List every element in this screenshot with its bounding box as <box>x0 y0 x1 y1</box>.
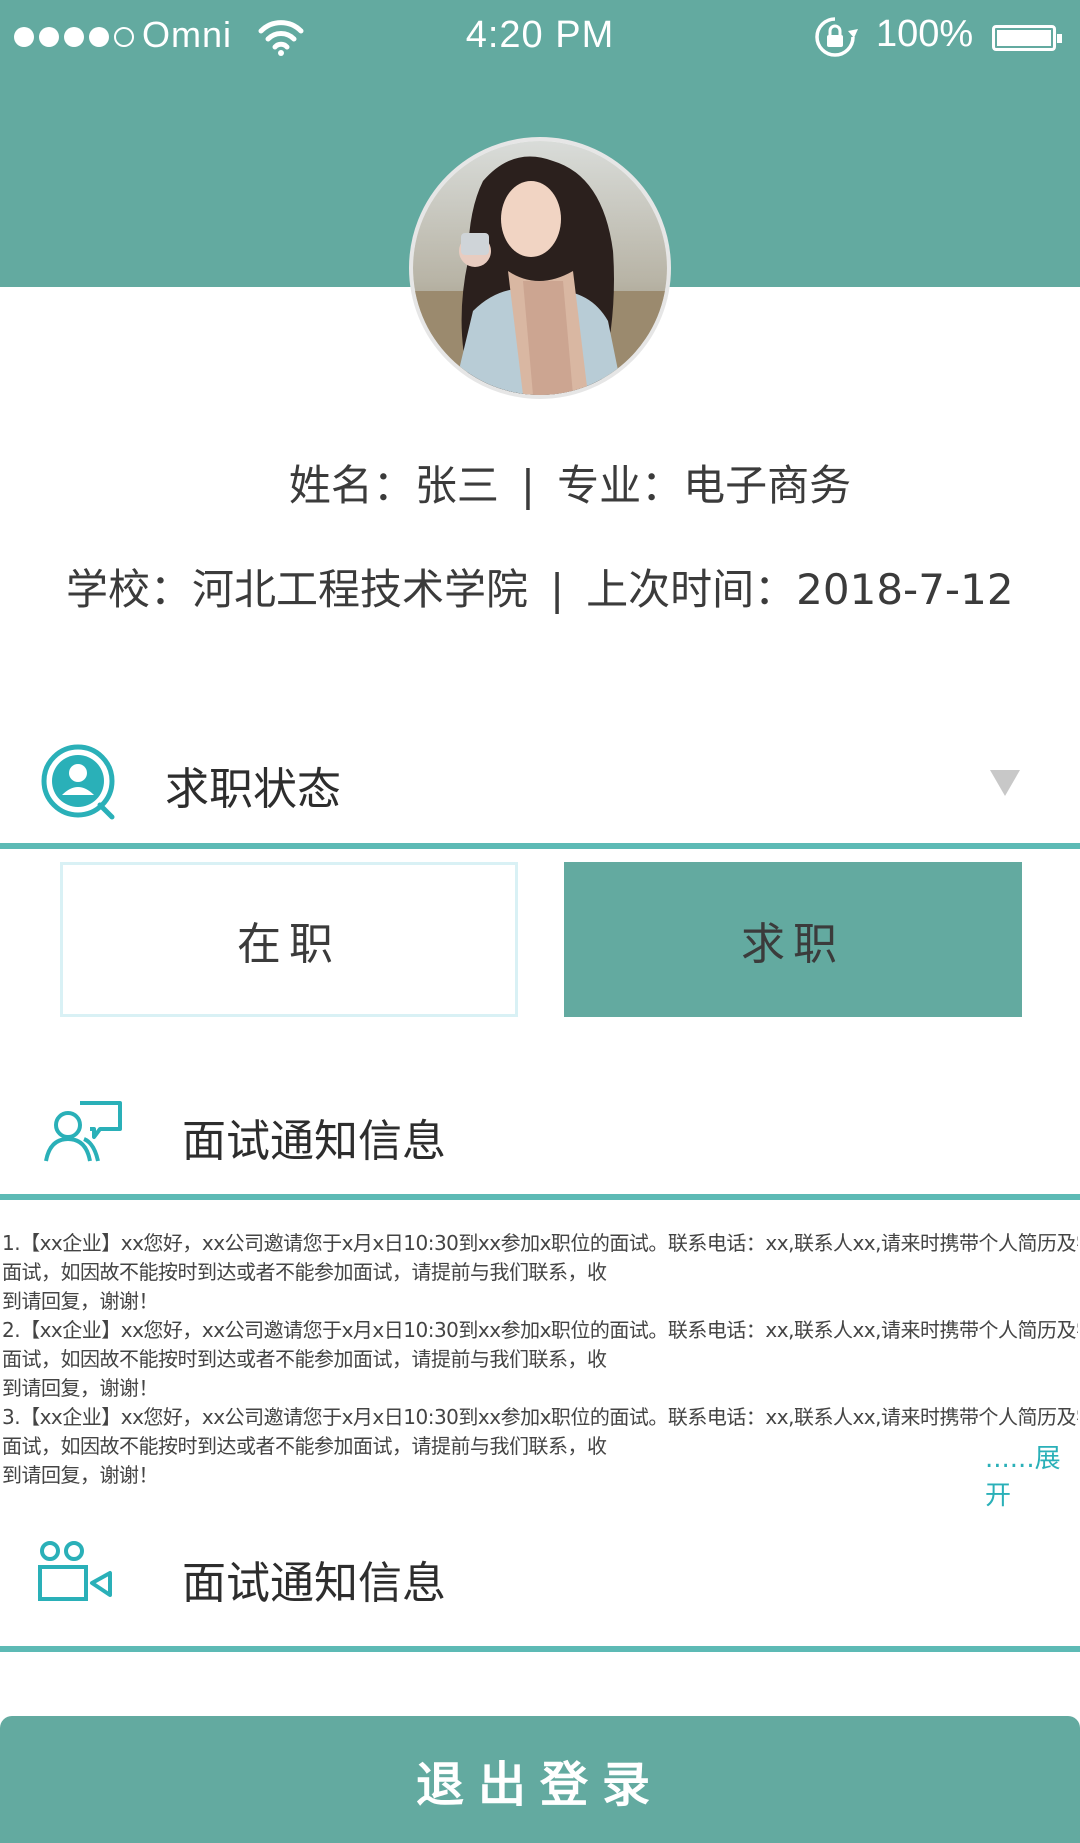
notice-line: 到请回复，谢谢！ <box>2 1463 159 1487</box>
profile-school: 学校：河北工程技术学院 <box>66 565 529 614</box>
notice-line: 面试，如因故不能按时到达或者不能参加面试，请提前与我们联系，收 <box>2 1347 607 1371</box>
interview-notice-header: 面试通知信息 <box>0 1095 1080 1205</box>
profile-last-time: 上次时间：2018-7-12 <box>586 565 1014 614</box>
option-job-seeking-button[interactable]: 求职 <box>564 862 1022 1017</box>
notice-line: 1.【xx企业】xx您好，xx公司邀请您于x月x日10:30到xx参加x职位的面… <box>2 1231 1078 1255</box>
notice-line: 面试，如因故不能按时到达或者不能参加面试，请提前与我们联系，收 <box>2 1260 607 1284</box>
avatar[interactable] <box>409 137 671 399</box>
notice-line: 2.【xx企业】xx您好，xx公司邀请您于x月x日10:30到xx参加x职位的面… <box>2 1318 1078 1342</box>
profile-line-school-time: 学校：河北工程技术学院 | 上次时间：2018-7-12 <box>66 556 1014 617</box>
user-status-icon <box>41 744 115 820</box>
battery-icon <box>992 25 1062 51</box>
video-interview-title: 面试通知信息 <box>182 1558 446 1609</box>
avatar-photo <box>413 141 667 395</box>
separator: | <box>550 565 565 614</box>
chat-users-icon <box>44 1101 122 1162</box>
chevron-down-icon[interactable] <box>990 770 1020 796</box>
separator: | <box>520 461 536 510</box>
notice-item: 2.【xx企业】xx您好，xx公司邀请您于x月x日10:30到xx参加x职位的面… <box>2 1316 1078 1403</box>
interview-notice-title: 面试通知信息 <box>182 1116 446 1167</box>
battery-percentage: 100% <box>876 13 974 55</box>
section-divider <box>0 1646 1080 1652</box>
notice-line: 面试，如因故不能按时到达或者不能参加面试，请提前与我们联系，收 <box>2 1434 607 1458</box>
video-interview-header: 面试通知信息 <box>0 1535 1080 1655</box>
video-camera-icon <box>38 1541 112 1601</box>
rotation-lock-icon <box>815 17 858 57</box>
profile-major: 专业：电子商务 <box>557 461 852 510</box>
logout-button[interactable]: 退出登录 <box>0 1716 1080 1843</box>
status-bar: Omni 4:20 PM 100% <box>0 0 1080 78</box>
section-divider <box>0 1194 1080 1200</box>
notice-line: 到请回复，谢谢！ <box>2 1289 159 1313</box>
job-status-title: 求职状态 <box>165 764 341 815</box>
notice-line: 到请回复，谢谢！ <box>2 1376 159 1400</box>
notice-item: 1.【xx企业】xx您好，xx公司邀请您于x月x日10:30到xx参加x职位的面… <box>2 1229 1078 1316</box>
option-employed-button[interactable]: 在职 <box>60 862 518 1017</box>
profile-line-name-major: 姓名：张三 | 专业：电子商务 <box>0 452 1080 513</box>
section-divider <box>0 843 1080 849</box>
profile-name: 姓名：张三 <box>288 461 499 510</box>
notice-line: 3.【xx企业】xx您好，xx公司邀请您于x月x日10:30到xx参加x职位的面… <box>2 1405 1078 1429</box>
expand-link[interactable]: ......展开 <box>985 1438 1080 1512</box>
interview-notice-list: 1.【xx企业】xx您好，xx公司邀请您于x月x日10:30到xx参加x职位的面… <box>2 1229 1078 1490</box>
notice-item: 3.【xx企业】xx您好，xx公司邀请您于x月x日10:30到xx参加x职位的面… <box>2 1403 1078 1490</box>
job-status-header[interactable]: 求职状态 <box>0 735 1080 855</box>
